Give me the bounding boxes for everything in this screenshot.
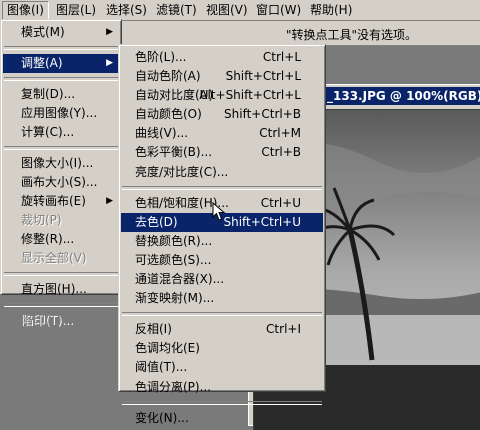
menu-item-posterize[interactable]: 色调分离(P)...	[121, 378, 323, 397]
menu-item-calculations[interactable]: 计算(C)...	[3, 123, 119, 142]
submenu-arrow-icon: ▶	[106, 27, 113, 37]
menu-item-levels[interactable]: 色阶(L)... Ctrl+L	[121, 48, 323, 67]
menu-item-label: 计算(C)...	[21, 125, 75, 139]
menu-item-label: 渐变映射(M)...	[135, 291, 215, 306]
menu-item-threshold[interactable]: 阈值(T)...	[121, 358, 323, 377]
menu-item-label: 色彩平衡(B)...	[135, 145, 213, 160]
menu-item-label: 直方图(H)...	[21, 282, 87, 296]
menu-item-label: 色阶(L)...	[135, 50, 187, 64]
menu-separator	[4, 46, 118, 50]
menu-item-label: 自动色阶(A)	[135, 69, 201, 84]
menu-item-label: 调整(A)	[21, 56, 63, 70]
menu-item-label: 曲线(V)...	[135, 126, 189, 141]
menu-item-label: 可选颜色(S)...	[135, 252, 212, 267]
shortcut-label: Shift+Ctrl+U	[223, 214, 301, 229]
menu-item-mode[interactable]: 模式(M) ▶	[3, 23, 119, 42]
shortcut-label: Ctrl+B	[261, 145, 301, 160]
menu-separator	[4, 303, 118, 307]
image-menu: 模式(M) ▶ 调整(A) ▶ 复制(D)... 应用图像(Y)... 计算(C…	[0, 19, 122, 327]
menu-separator	[4, 272, 118, 276]
menu-item-label: 应用图像(Y)...	[21, 106, 98, 120]
menu-item-label: 修整(R)...	[21, 232, 75, 246]
menu-item-invert[interactable]: 反相(I) Ctrl+I	[121, 320, 323, 339]
menu-item-reveal-all: 显示全部(V)	[3, 249, 119, 268]
menu-item-label: 阈值(T)...	[135, 360, 188, 375]
menu-select[interactable]: 选择(S)	[102, 0, 151, 20]
menu-separator	[122, 185, 322, 190]
menu-item-color-balance[interactable]: 色彩平衡(B)... Ctrl+B	[121, 143, 323, 162]
menu-item-label: 画布大小(S)...	[21, 175, 98, 189]
menu-item-auto-color[interactable]: 自动颜色(O) Shift+Ctrl+B	[121, 105, 323, 124]
menu-image[interactable]: 图像(I)	[2, 1, 49, 20]
menu-item-rotate-canvas[interactable]: 旋转画布(E) ▶	[3, 192, 119, 211]
menu-item-label: 色调均化(E)	[135, 341, 200, 356]
submenu-arrow-icon: ▶	[106, 196, 113, 206]
menu-item-label: 亮度/对比度(C)...	[135, 164, 229, 179]
menu-item-crop: 裁切(P)	[3, 211, 119, 230]
menu-layer[interactable]: 图层(L)	[52, 0, 100, 20]
menu-item-apply-image[interactable]: 应用图像(Y)...	[3, 104, 119, 123]
shortcut-label: Ctrl+M	[259, 126, 301, 141]
mouse-cursor-icon	[212, 202, 226, 221]
menu-item-label: 色调分离(P)...	[135, 379, 212, 394]
shortcut-label: Ctrl+L	[262, 50, 301, 64]
menu-item-label: 复制(D)...	[21, 87, 76, 101]
menu-item-histogram[interactable]: 直方图(H)...	[3, 280, 119, 299]
menu-item-replace-color[interactable]: 替换颜色(R)...	[121, 232, 323, 251]
menu-view[interactable]: 视图(V)	[202, 0, 252, 20]
menu-item-label: 反相(I)	[135, 322, 172, 337]
menu-item-trim[interactable]: 修整(R)...	[3, 230, 119, 249]
shortcut-label: Ctrl+U	[260, 195, 301, 210]
menu-item-auto-contrast[interactable]: 自动对比度(U) Alt+Shift+Ctrl+L	[121, 86, 323, 105]
menu-separator	[4, 146, 118, 150]
shortcut-label: Alt+Shift+Ctrl+L	[199, 88, 301, 103]
menu-item-label: 旋转画布(E)	[21, 194, 86, 208]
menu-item-label: 模式(M)	[21, 25, 65, 39]
submenu-arrow-icon: ▶	[106, 58, 113, 68]
menu-item-curves[interactable]: 曲线(V)... Ctrl+M	[121, 124, 323, 143]
menu-filter[interactable]: 滤镜(T)	[152, 0, 201, 20]
menu-item-gradient-map[interactable]: 渐变映射(M)...	[121, 289, 323, 308]
menu-separator	[122, 312, 322, 317]
menu-item-trap: 陷印(T)...	[3, 311, 119, 330]
shortcut-label: Shift+Ctrl+B	[224, 107, 301, 122]
menu-item-brightness-contrast[interactable]: 亮度/对比度(C)...	[121, 163, 323, 182]
menu-help[interactable]: 帮助(H)	[306, 0, 356, 20]
menu-window[interactable]: 窗口(W)	[252, 0, 305, 20]
shortcut-label: Ctrl+I	[266, 322, 301, 337]
menu-separator	[4, 77, 118, 81]
menu-item-label: 图像大小(I)...	[21, 156, 94, 170]
menu-separator	[122, 400, 322, 405]
menu-bar: 图像(I) 图层(L) 选择(S) 滤镜(T) 视图(V) 窗口(W) 帮助(H…	[0, 0, 480, 21]
menu-item-label: 裁切(P)	[21, 213, 62, 227]
menu-item-label: 变化(N)...	[135, 410, 189, 425]
menu-item-auto-levels[interactable]: 自动色阶(A) Shift+Ctrl+L	[121, 67, 323, 86]
menu-item-label: 去色(D)	[135, 214, 178, 229]
shortcut-label: Shift+Ctrl+L	[225, 69, 301, 84]
menu-item-adjust[interactable]: 调整(A) ▶	[3, 54, 119, 73]
menu-item-label: 替换颜色(R)...	[135, 233, 213, 248]
menu-item-label: 陷印(T)...	[21, 313, 74, 327]
options-message: "转换点工具"没有选项。	[286, 28, 418, 42]
menu-item-selective-color[interactable]: 可选颜色(S)...	[121, 251, 323, 270]
menu-item-equalize[interactable]: 色调均化(E)	[121, 339, 323, 358]
menu-item-canvas-size[interactable]: 画布大小(S)...	[3, 173, 119, 192]
menu-item-variations[interactable]: 变化(N)...	[121, 409, 323, 428]
menu-item-label: 通道混合器(X)...	[135, 272, 225, 287]
menu-item-channel-mixer[interactable]: 通道混合器(X)...	[121, 270, 323, 289]
menu-item-label: 显示全部(V)	[21, 251, 87, 265]
menu-item-duplicate[interactable]: 复制(D)...	[3, 85, 119, 104]
menu-item-image-size[interactable]: 图像大小(I)...	[3, 154, 119, 173]
menu-item-label: 自动颜色(O)	[135, 107, 202, 122]
